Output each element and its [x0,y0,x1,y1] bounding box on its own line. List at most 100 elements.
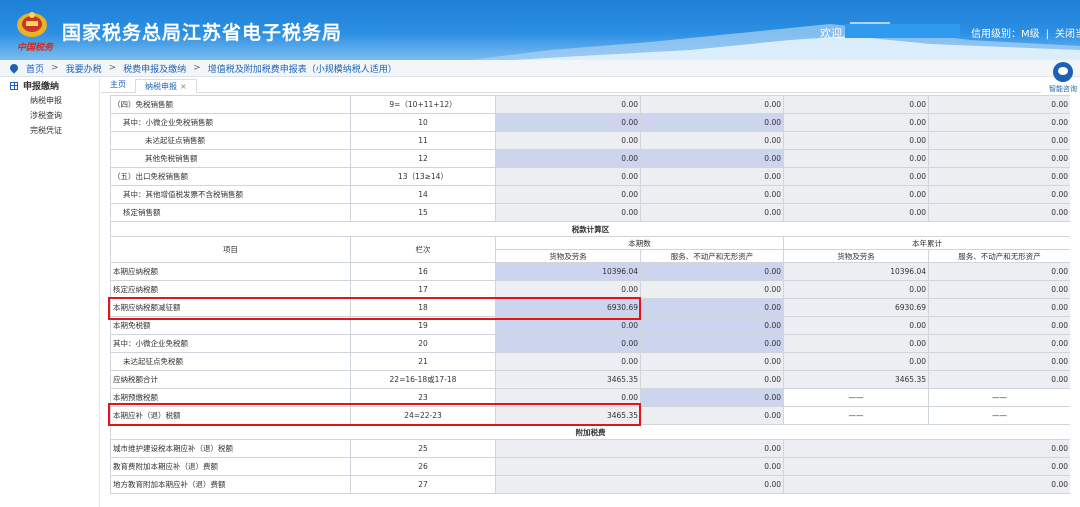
current-services-value[interactable]: 0.00 [640,113,784,132]
row-line-number: 27 [350,475,496,494]
current-services-value: 0.00 [640,280,784,299]
breadcrumb-home[interactable]: 首页 [26,62,44,75]
breadcrumb-current[interactable]: 增值税及附加税费申报表（小规模纳税人适用） [208,62,397,75]
ytd-goods-value: 0.00 [783,185,929,204]
row-line-number: 20 [350,334,496,353]
breadcrumb-declare-pay[interactable]: 税费申报及缴纳 [123,62,186,75]
current-services-value[interactable]: 0.00 [640,298,784,317]
current-services-value[interactable]: 0.00 [640,334,784,353]
subheader-goods: 货物及劳务 [495,249,641,263]
row-item-label: 其中：其他增值税发票不含税销售额 [110,185,351,204]
ytd-goods-value: 0.00 [783,167,929,186]
row-item-label: 本期应纳税额 [110,262,351,281]
table-row: 本期应补（退）税额 24=22-23 3465.35 0.00 —— —— [110,406,1070,425]
ytd-goods-value: 0.00 [783,203,929,222]
row-item-label: 未达起征点免税额 [110,352,351,371]
table-row: 地方教育附加本期应补（退）费额 27 0.00 0.00 [110,475,1070,494]
current-services-value[interactable]: 0.00 [640,316,784,335]
ytd-value: 0.00 [783,475,1070,494]
current-services-value: 0.00 [640,370,784,389]
row-line-number: 15 [350,203,496,222]
row-item-label: 地方教育附加本期应补（退）费额 [110,475,351,494]
current-services-value: 0.00 [640,131,784,150]
current-goods-value[interactable]: 0.00 [495,149,641,168]
row-line-number: 18 [350,298,496,317]
ytd-services-value: 0.00 [928,298,1070,317]
section-title-tax-calc: 税款计算区 [110,221,1070,237]
credit-level: 信用级别：M级 [971,29,1040,40]
sidebar-item-tax-certificate[interactable]: 完税凭证 [0,123,99,138]
close-page-link[interactable]: 关闭当页 [1055,29,1080,40]
row-item-label: 本期应纳税额减征额 [110,298,351,317]
row-item-label: 其他免税销售额 [110,149,351,168]
current-services-value[interactable]: 0.00 [640,149,784,168]
header-divider: | [1045,29,1050,40]
smart-consult-button[interactable]: 智能咨询 [1048,62,1078,94]
current-period-value: 0.00 [495,439,784,458]
col-header-line: 栏次 [350,236,496,263]
row-line-number: 21 [350,352,496,371]
row-item-label: 本期免税额 [110,316,351,335]
table-row: 本期应纳税额减征额 18 6930.69 0.00 6930.69 0.00 [110,298,1070,317]
site-title: 国家税务总局江苏省电子税务局 [62,22,343,44]
table-row: 核定销售额 15 0.00 0.00 0.00 0.00 [110,203,1070,222]
welcome-text: 欢迎 [820,27,842,40]
ytd-value: 0.00 [783,439,1070,458]
ytd-services-value: —— [928,388,1070,407]
ytd-goods-value: 0.00 [783,352,929,371]
tab-bar: 主页 纳税申报 × [101,78,1041,93]
menu-grid-icon [10,81,18,90]
declaration-form: （四）免税销售额 9=（10+11+12） 0.00 0.00 0.00 0.00 其中：小… [110,95,1070,507]
current-goods-value[interactable]: 0.00 [495,334,641,353]
sidebar-item-tax-query[interactable]: 涉税查询 [0,108,99,123]
current-services-value[interactable]: 0.00 [640,262,784,281]
current-goods-value[interactable]: 0.00 [495,113,641,132]
ytd-goods-value: 10396.04 [783,262,929,281]
row-item-label: 核定销售额 [110,203,351,222]
username-redacted [845,24,960,38]
current-goods-value: 0.00 [495,95,641,114]
current-services-value[interactable]: 0.00 [640,388,784,407]
tab-tax-declaration[interactable]: 纳税申报 × [135,79,197,93]
ytd-services-value: 0.00 [928,167,1070,186]
ytd-goods-value: 6930.69 [783,298,929,317]
row-line-number: 9=（10+11+12） [350,95,496,114]
current-goods-value[interactable]: 10396.04 [495,262,641,281]
ytd-services-value: 0.00 [928,280,1070,299]
sidebar-head[interactable]: 申报缴纳 [0,78,99,93]
table-row: 应纳税额合计 22=16-18或17-18 3465.35 0.00 3465.35 0.… [110,370,1070,389]
row-line-number: 26 [350,457,496,476]
current-services-value: 0.00 [640,185,784,204]
current-goods-value: 0.00 [495,131,641,150]
close-icon[interactable]: × [180,82,187,91]
current-goods-value: 0.00 [495,185,641,204]
current-goods-value[interactable]: 0.00 [495,316,641,335]
surcharge-header: 附加税费 [110,424,1070,440]
sidebar-head-label: 申报缴纳 [23,82,60,92]
ytd-goods-value: 0.00 [783,131,929,150]
current-goods-value: 0.00 [495,203,641,222]
tab-home[interactable]: 主页 [101,78,135,92]
current-services-value: 0.00 [640,352,784,371]
ytd-services-value: 0.00 [928,316,1070,335]
row-line-number: 10 [350,113,496,132]
breadcrumb-tax-services[interactable]: 我要办税 [66,62,102,75]
ytd-goods-value: 0.00 [783,280,929,299]
ytd-goods-value: 0.00 [783,113,929,132]
row-line-number: 13（13≥14） [350,167,496,186]
current-goods-value: 0.00 [495,167,641,186]
table-row: 本期免税额 19 0.00 0.00 0.00 0.00 [110,316,1070,335]
row-line-number: 12 [350,149,496,168]
row-line-number: 25 [350,439,496,458]
current-services-value: 0.00 [640,406,784,425]
subheader-services: 服务、不动产和无形资产 [928,249,1070,263]
sidebar-item-tax-declaration[interactable]: 纳税申报 [0,93,99,108]
table-row: 本期应纳税额 16 10396.04 0.00 10396.04 0.00 [110,262,1070,281]
current-period-value: 0.00 [495,457,784,476]
chat-bubble-icon [1053,62,1073,82]
row-item-label: 未达起征点销售额 [110,131,351,150]
surcharge-rows: 城市维护建设税本期应补（退）税额 25 0.00 0.00 教育费附加本期应补（退）费额… [110,439,1070,494]
row-item-label: 教育费附加本期应补（退）费额 [110,457,351,476]
current-goods-value[interactable]: 6930.69 [495,298,641,317]
current-period-value: 0.00 [495,475,784,494]
